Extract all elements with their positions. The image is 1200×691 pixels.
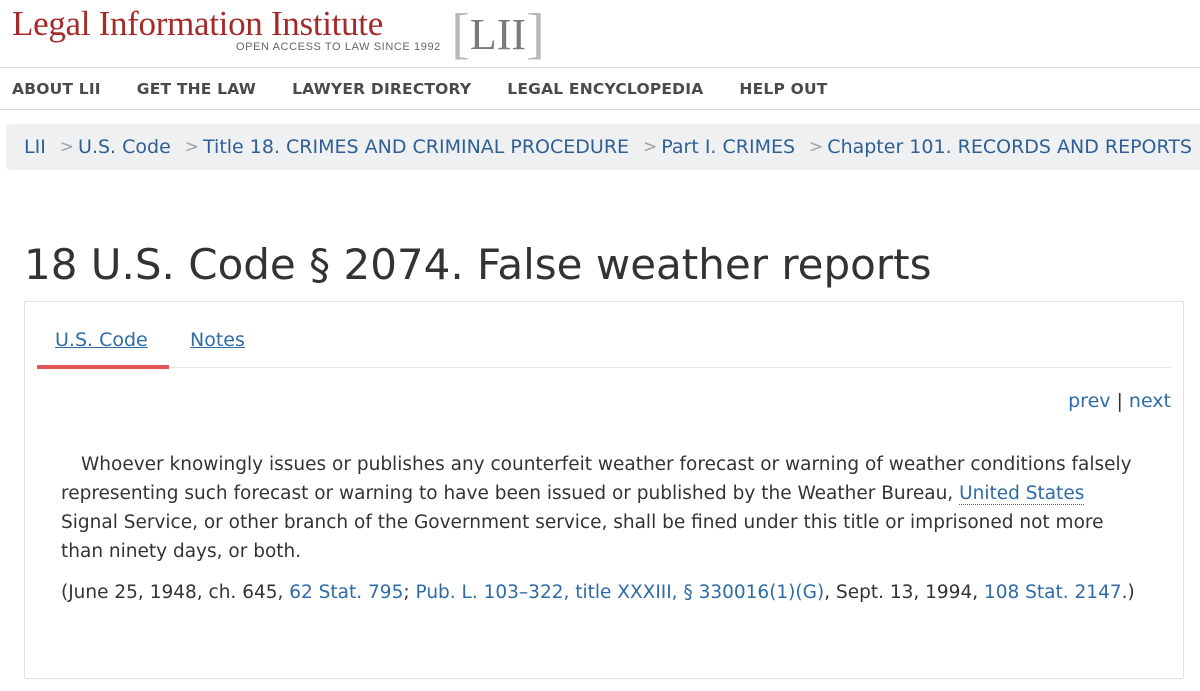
nav-lawyer-directory[interactable]: LAWYER DIRECTORY — [292, 80, 471, 98]
next-link[interactable]: next — [1129, 390, 1171, 412]
prev-link[interactable]: prev — [1068, 390, 1110, 412]
source-credit-sep1: ; — [403, 582, 416, 603]
left-bracket-icon: [ — [451, 3, 470, 65]
section-text: Whoever knowingly issues or publishes an… — [61, 450, 1141, 566]
pager-separator: | — [1116, 390, 1123, 412]
site-logo[interactable]: Legal Information Institute — [12, 4, 383, 44]
breadcrumb-title-18[interactable]: Title 18. CRIMES AND CRIMINAL PROCEDURE — [203, 136, 629, 158]
source-credit-close: .) — [1121, 582, 1135, 603]
breadcrumb-us-code[interactable]: U.S. Code — [78, 136, 171, 158]
section-text-part2: Signal Service, or other branch of the G… — [61, 512, 1104, 562]
united-states-link[interactable]: United States — [959, 483, 1085, 505]
logo-tagline: OPEN ACCESS TO LAW SINCE 1992 — [236, 41, 441, 53]
breadcrumb: LII > U.S. Code > Title 18. CRIMES AND C… — [6, 124, 1200, 170]
breadcrumb-lii[interactable]: LII — [24, 136, 46, 158]
logo-mark-text: LII — [469, 9, 527, 59]
lii-logo-mark[interactable]: [ LII ] — [451, 3, 545, 65]
page-title: 18 U.S. Code § 2074. False weather repor… — [24, 240, 932, 289]
site-header: Legal Information Institute OPEN ACCESS … — [0, 0, 1200, 68]
breadcrumb-chapter-101[interactable]: Chapter 101. RECORDS AND REPORTS — [827, 136, 1192, 158]
stat-62-795-link[interactable]: 62 Stat. 795 — [289, 582, 403, 603]
content-card: U.S. Code Notes prev | next Whoever knowin… — [24, 301, 1184, 679]
active-tab-indicator — [37, 365, 169, 369]
nav-get-the-law[interactable]: GET THE LAW — [137, 80, 256, 98]
breadcrumb-separator: > — [809, 137, 824, 157]
main-nav: ABOUT LII GET THE LAW LAWYER DIRECTORY L… — [0, 69, 1200, 110]
breadcrumb-separator: > — [59, 137, 75, 157]
pager: prev | next — [1068, 390, 1171, 412]
tab-notes[interactable]: Notes — [190, 329, 245, 351]
breadcrumb-separator: > — [184, 137, 200, 157]
breadcrumb-part-1[interactable]: Part I. CRIMES — [661, 136, 795, 158]
source-credit: (June 25, 1948, ch. 645, 62 Stat. 795; P… — [61, 578, 1141, 607]
nav-legal-encyclopedia[interactable]: LEGAL ENCYCLOPEDIA — [507, 80, 703, 98]
stat-108-2147-link[interactable]: 108 Stat. 2147 — [984, 582, 1122, 603]
source-credit-open: (June 25, 1948, ch. 645, — [61, 582, 290, 603]
tab-us-code[interactable]: U.S. Code — [55, 329, 148, 351]
source-credit-sep2: , Sept. 13, 1994, — [824, 582, 984, 603]
right-bracket-icon: ] — [526, 3, 545, 65]
nav-about-lii[interactable]: ABOUT LII — [12, 80, 101, 98]
tab-bar: U.S. Code Notes — [37, 302, 1171, 369]
nav-help-out[interactable]: HELP OUT — [739, 80, 827, 98]
breadcrumb-separator: > — [643, 137, 658, 157]
pub-l-103-322-link[interactable]: Pub. L. 103–322, title XXXIII, § 330016(… — [415, 582, 824, 603]
